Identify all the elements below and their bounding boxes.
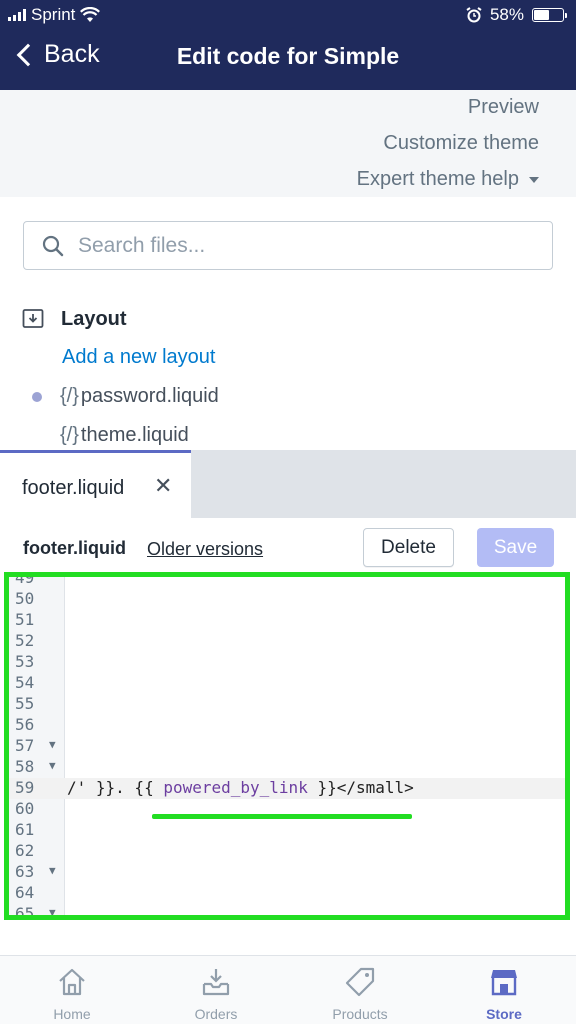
battery-percent: 58%: [489, 5, 524, 24]
code-line[interactable]: 52: [9, 631, 565, 652]
highlight-underline: [152, 814, 412, 819]
alarm-icon: [466, 7, 482, 23]
code-line[interactable]: 49: [9, 572, 565, 589]
code-token: /' }}. {{: [67, 778, 164, 797]
app-header: Sprint 58% Back Edit code for Simple: [0, 0, 576, 90]
older-versions-link[interactable]: Older versions: [147, 539, 263, 560]
tab-orders[interactable]: Orders: [144, 956, 288, 1024]
theme-actions: Preview Customize theme Expert theme hel…: [0, 90, 576, 197]
signal-icon: [8, 9, 26, 21]
code-line[interactable]: 62: [9, 841, 565, 862]
tab-store[interactable]: Store: [432, 956, 576, 1024]
line-number: 52: [15, 631, 35, 650]
file-toolbar: footer.liquid Older versions Delete Save: [0, 518, 576, 570]
line-number: 62: [15, 841, 35, 860]
code-text: /' }}. {{ powered_by_link }}</small>: [67, 778, 414, 797]
expert-help-label: Expert theme help: [356, 168, 519, 190]
expert-help-dropdown[interactable]: Expert theme help: [357, 168, 539, 191]
code-line[interactable]: 54: [9, 673, 565, 694]
code-line[interactable]: 50: [9, 589, 565, 610]
delete-button[interactable]: Delete: [363, 528, 454, 567]
carrier-label: Sprint: [31, 5, 76, 24]
caret-down-icon: [529, 176, 539, 183]
layout-section-heading: Layout: [61, 308, 127, 330]
code-token: }}</small>: [307, 778, 414, 797]
wifi-icon: [80, 7, 101, 22]
code-line[interactable]: 59 /' }}. {{ powered_by_link }}</small>: [9, 778, 565, 799]
tab-label: Home: [53, 1006, 91, 1022]
code-line[interactable]: 56: [9, 715, 565, 736]
current-file-name: footer.liquid: [23, 538, 126, 558]
code-line[interactable]: 63 ▼: [9, 862, 565, 883]
tab-products[interactable]: Products: [288, 956, 432, 1024]
tab-home[interactable]: Home: [0, 956, 144, 1024]
close-icon[interactable]: ✕: [154, 473, 172, 499]
line-number: 51: [15, 610, 35, 629]
file-item-label: theme.liquid: [80, 424, 189, 446]
status-right: 58%: [466, 5, 567, 25]
customize-theme-link[interactable]: Customize theme: [383, 132, 539, 155]
page-title: Edit code for Simple: [176, 43, 400, 69]
code-line[interactable]: 51: [9, 610, 565, 631]
save-button[interactable]: Save: [477, 528, 554, 567]
line-number: 50: [15, 589, 35, 608]
nav-bar: Back Edit code for Simple: [0, 34, 576, 84]
tab-label: Products: [332, 1006, 388, 1022]
code-line[interactable]: 61: [9, 820, 565, 841]
file-item-password[interactable]: {/} password.liquid: [32, 385, 219, 408]
tab-label: footer.liquid: [22, 477, 125, 499]
store-icon: [491, 970, 517, 996]
line-number: 61: [15, 820, 35, 839]
code-line[interactable]: 64: [9, 883, 565, 904]
modified-dot: [32, 391, 42, 402]
code-line[interactable]: 55: [9, 694, 565, 715]
code-editor[interactable]: 49 50 51 52 53 54 55 56 57 ▼ 58 ▼ 59 /' }}. {{ powere…: [4, 572, 570, 920]
search-icon: [42, 235, 64, 257]
line-number: 64: [15, 883, 35, 902]
line-number: 53: [15, 652, 35, 671]
orders-icon: [202, 969, 230, 996]
battery-icon: [532, 8, 567, 22]
code-line[interactable]: 58 ▼: [9, 757, 565, 778]
tab-label: Store: [486, 1006, 522, 1022]
code-file-icon: {/}: [60, 385, 79, 407]
line-number: 56: [15, 715, 35, 734]
file-item-theme[interactable]: {/} theme.liquid: [32, 424, 189, 447]
line-number: 59: [15, 778, 35, 797]
tab-footer-liquid[interactable]: footer.liquid ✕: [0, 450, 191, 518]
bottom-tab-bar: Home Orders Products Store: [0, 955, 576, 1024]
code-line[interactable]: 65 ▼: [9, 904, 565, 915]
fold-arrow-icon[interactable]: ▼: [49, 864, 56, 877]
home-icon: [59, 968, 85, 996]
editor-tab-strip: footer.liquid ✕: [0, 450, 576, 518]
status-left: Sprint: [8, 5, 101, 25]
fold-arrow-icon[interactable]: ▼: [49, 759, 56, 772]
folder-download-icon: [22, 309, 44, 328]
code-line[interactable]: 53: [9, 652, 565, 673]
code-line[interactable]: 57 ▼: [9, 736, 565, 757]
line-number: 60: [15, 799, 35, 818]
line-number: 54: [15, 673, 35, 692]
status-bar: Sprint 58%: [0, 0, 576, 30]
search-input[interactable]: [78, 230, 538, 262]
add-layout-link[interactable]: Add a new layout: [62, 346, 215, 369]
file-item-label: password.liquid: [80, 385, 219, 407]
line-number: 49: [15, 572, 35, 587]
search-box[interactable]: [23, 221, 553, 270]
liquid-variable: powered_by_link: [163, 778, 308, 797]
code-file-icon: {/}: [60, 424, 79, 446]
preview-link[interactable]: Preview: [468, 96, 539, 119]
fold-arrow-icon[interactable]: ▼: [49, 738, 56, 751]
tab-label: Orders: [194, 1006, 238, 1022]
tag-icon: [345, 967, 375, 997]
fold-arrow-icon[interactable]: ▼: [49, 906, 56, 915]
line-number: 55: [15, 694, 35, 713]
